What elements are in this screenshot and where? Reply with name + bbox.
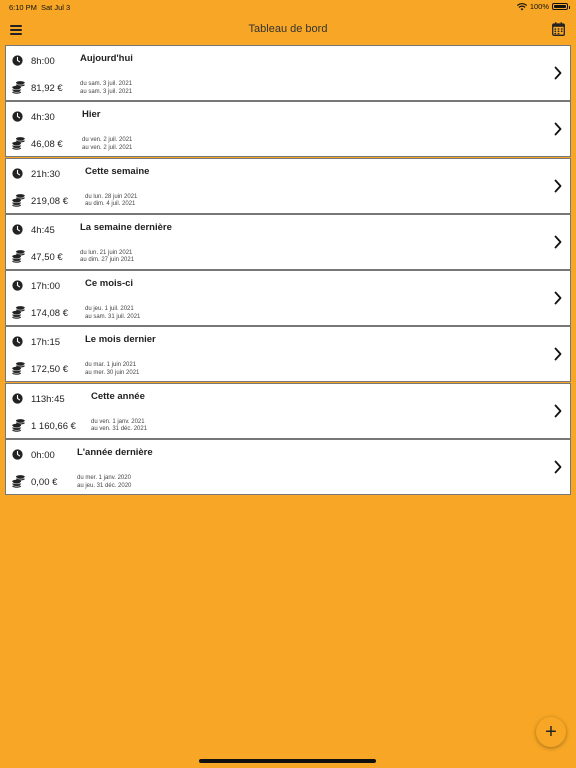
- date-range: du lun. 28 juin 2021 au dim. 4 juil. 202…: [85, 194, 137, 209]
- date-to: au sam. 31 juil. 2021: [85, 313, 141, 320]
- date-to: au dim. 4 juil. 2021: [85, 201, 136, 208]
- amount-earned: 172,50 €: [31, 364, 68, 376]
- period-list: 8h:00 Aujourd'hui 81,92 € du sam. 3 juil…: [5, 45, 571, 496]
- period-card[interactable]: 0h:00 L'année dernière 0,00 € du mer. 1 …: [5, 439, 571, 496]
- hours-worked: 17h:15: [31, 337, 61, 349]
- home-indicator[interactable]: [199, 759, 376, 763]
- hours-worked: 4h:30: [31, 112, 55, 124]
- amount-earned: 0,00 €: [31, 477, 58, 489]
- calendar-icon[interactable]: [552, 22, 565, 36]
- clock-icon: [12, 336, 23, 348]
- battery-fill: [554, 5, 566, 8]
- date-to: au sam. 3 juil. 2021: [80, 88, 133, 95]
- period-card[interactable]: 113h:45 Cette année 1 160,66 € du ven. 1…: [5, 382, 571, 439]
- hours-worked: 8h:00: [31, 56, 55, 67]
- date-range: du mar. 1 juin 2021 au mer. 30 juin 2021: [85, 362, 139, 377]
- hours-worked: 4h:45: [31, 224, 55, 236]
- status-time: 6:10 PM: [9, 3, 37, 12]
- chevron-right-icon: [554, 348, 562, 361]
- date-range: du mer. 1 janv. 2020 au jeu. 31 déc. 202…: [77, 475, 131, 490]
- date-from: du jeu. 1 juil. 2021: [85, 306, 134, 313]
- coins-icon: [12, 306, 25, 319]
- amount-earned: 46,08 €: [31, 139, 63, 151]
- nav-bar: Tableau de bord: [0, 14, 576, 44]
- date-from: du ven. 1 janv. 2021: [91, 418, 145, 425]
- coins-icon: [12, 81, 25, 94]
- period-title: Ce mois-ci: [85, 278, 134, 290]
- clock-icon: [12, 167, 23, 179]
- period-card[interactable]: 4h:30 Hier 46,08 € du ven. 2 juil. 2021 …: [5, 101, 571, 158]
- clock-icon: [12, 449, 23, 460]
- clock-icon: [12, 224, 23, 235]
- coins-icon: [12, 193, 25, 207]
- date-to: au mer. 30 juin 2021: [85, 369, 140, 376]
- clock-icon: [12, 393, 23, 404]
- status-date: Sat Jul 3: [41, 3, 71, 12]
- hours-worked: 21h:30: [31, 168, 61, 180]
- date-from: du lun. 28 juin 2021: [85, 193, 138, 200]
- period-card[interactable]: 4h:45 La semaine dernière 47,50 € du lun…: [5, 213, 571, 270]
- chevron-right-icon: [554, 122, 562, 136]
- clock-icon: [12, 111, 23, 122]
- period-title: Cette année: [91, 390, 145, 402]
- period-title: Le mois dernier: [85, 334, 156, 346]
- coins-icon: [12, 362, 25, 376]
- plus-icon: +: [545, 721, 557, 743]
- hours-worked: 17h:00: [31, 281, 61, 293]
- clock-icon: [12, 280, 23, 291]
- amount-earned: 219,08 €: [31, 195, 68, 207]
- date-range: du lun. 21 juin 2021 au dim. 27 juin 202…: [80, 250, 134, 265]
- chevron-right-icon: [554, 235, 562, 249]
- period-card[interactable]: 17h:15 Le mois dernier 172,50 € du mar. …: [5, 326, 571, 383]
- period-card[interactable]: 17h:00 Ce mois-ci 174,08 € du jeu. 1 jui…: [5, 270, 571, 327]
- date-to: au ven. 2 juil. 2021: [82, 144, 133, 151]
- amount-earned: 81,92 €: [31, 83, 63, 94]
- period-card[interactable]: 21h:30 Cette semaine 219,08 € du lun. 28…: [5, 157, 571, 214]
- chevron-right-icon: [554, 179, 562, 192]
- page-title: Tableau de bord: [248, 23, 328, 35]
- status-indicators: 100%: [516, 2, 570, 11]
- battery-icon: [552, 3, 570, 10]
- date-range: du ven. 2 juil. 2021 au ven. 2 juil. 202…: [82, 137, 132, 152]
- period-title: Cette semaine: [85, 165, 150, 177]
- coins-icon: [12, 250, 25, 263]
- date-from: du mar. 1 juin 2021: [85, 362, 137, 369]
- hours-worked: 113h:45: [31, 393, 65, 405]
- amount-earned: 1 160,66 €: [31, 420, 76, 432]
- chevron-right-icon: [554, 66, 562, 80]
- period-title: Hier: [82, 109, 101, 121]
- date-to: au dim. 27 juin 2021: [80, 257, 135, 264]
- period-title: Aujourd'hui: [80, 53, 133, 64]
- period-title: La semaine dernière: [80, 221, 172, 233]
- chevron-right-icon: [554, 291, 562, 305]
- date-to: au jeu. 31 déc. 2020: [77, 482, 132, 489]
- battery-percent: 100%: [529, 2, 549, 11]
- date-range: du sam. 3 juil. 2021 au sam. 3 juil. 202…: [80, 81, 132, 96]
- coins-icon: [12, 418, 25, 432]
- date-from: du sam. 3 juil. 2021: [80, 81, 133, 87]
- amount-earned: 174,08 €: [31, 308, 68, 320]
- amount-earned: 47,50 €: [31, 251, 63, 263]
- date-from: du mer. 1 janv. 2020: [77, 475, 131, 482]
- date-from: du lun. 21 juin 2021: [80, 249, 133, 256]
- period-title: L'année dernière: [77, 447, 153, 459]
- status-bar: 6:10 PM Sat Jul 3 100%: [0, 0, 576, 14]
- date-from: du ven. 2 juil. 2021: [82, 137, 133, 144]
- chevron-right-icon: [554, 460, 562, 474]
- coins-icon: [12, 137, 25, 151]
- clock-icon: [12, 55, 23, 66]
- period-card[interactable]: 8h:00 Aujourd'hui 81,92 € du sam. 3 juil…: [5, 45, 571, 101]
- add-button[interactable]: +: [536, 717, 566, 747]
- hours-worked: 0h:00: [31, 450, 55, 462]
- date-to: au ven. 31 déc. 2021: [91, 426, 148, 433]
- coins-icon: [12, 475, 25, 488]
- date-range: du ven. 1 janv. 2021 au ven. 31 déc. 202…: [91, 419, 147, 434]
- date-range: du jeu. 1 juil. 2021 au sam. 31 juil. 20…: [85, 306, 140, 321]
- wifi-icon: [516, 2, 527, 10]
- chevron-right-icon: [554, 404, 562, 418]
